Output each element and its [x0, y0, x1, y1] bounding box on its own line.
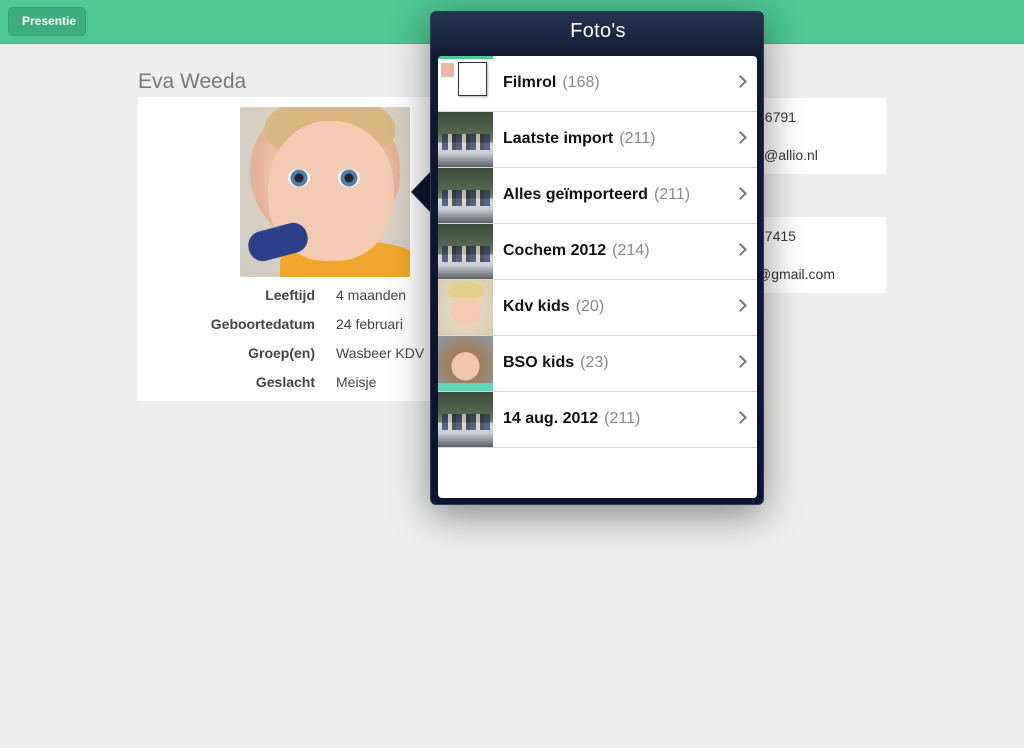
back-button-label: Presentie: [22, 14, 77, 28]
info-label: Geslacht: [255, 374, 315, 390]
album-thumbnail: [438, 168, 493, 223]
album-title: Alles geïmporteerd: [503, 186, 648, 203]
contact-card: 56791 s@allio.nl: [757, 98, 886, 174]
album-title: Filmrol: [503, 74, 557, 91]
info-row-age: Leeftijd 4 maanden: [138, 287, 438, 307]
album-row-laatste-import[interactable]: Laatste import (211): [438, 112, 757, 168]
album-thumbnail: [438, 336, 493, 391]
album-count: (211): [653, 186, 691, 203]
album-title: Kdv kids: [503, 298, 570, 315]
album-count: (20): [575, 298, 605, 315]
info-value: 24 februari: [336, 316, 403, 332]
chevron-right-icon: [734, 299, 747, 312]
album-thumbnail: [438, 280, 493, 335]
album-row-cochem-2012[interactable]: Cochem 2012 (214): [438, 224, 757, 280]
album-count: (211): [604, 410, 641, 427]
album-count: (23): [580, 354, 609, 371]
album-count: (168): [562, 74, 600, 91]
album-list: Filmrol (168) Laatste import (211) Alles g…: [438, 56, 757, 498]
album-title: 14 aug. 2012: [503, 410, 599, 427]
chevron-right-icon: [734, 131, 747, 144]
info-value: Meisje: [336, 374, 377, 390]
back-button[interactable]: Presentie: [8, 7, 87, 36]
album-count: (211): [619, 130, 656, 147]
album-row-kdv-kids[interactable]: Kdv kids (20): [438, 280, 757, 336]
info-value: 4 maanden: [336, 287, 407, 303]
info-row-birthdate: Geboortedatum 24 februari: [138, 316, 438, 336]
info-label: Groep(en): [248, 345, 315, 361]
contact-email[interactable]: s@allio.nl: [757, 147, 818, 163]
chevron-right-icon: [734, 187, 747, 200]
child-name: Eva Weeda: [138, 70, 247, 93]
album-title: BSO kids: [503, 354, 575, 371]
chevron-right-icon: [734, 411, 747, 424]
photo-album-popover: Foto's Filmrol (168) Laatste import (211) …: [430, 11, 764, 505]
album-row-alles-geimporteerd[interactable]: Alles geïmporteerd (211): [438, 168, 757, 224]
popover-title: Foto's: [570, 20, 626, 42]
album-count: (214): [612, 242, 650, 259]
album-thumbnail: [438, 392, 493, 447]
album-title: Laatste import: [503, 130, 614, 147]
contact-card: 67415 @gmail.com: [757, 217, 886, 293]
album-thumbnail: [438, 224, 493, 279]
popover-arrow: [411, 170, 432, 214]
album-row-filmrol[interactable]: Filmrol (168): [438, 56, 757, 112]
info-label: Leeftijd: [265, 287, 315, 303]
chevron-right-icon: [734, 75, 747, 88]
info-value: Wasbeer KDV: [336, 345, 425, 361]
album-thumbnail: [438, 56, 493, 111]
album-title: Cochem 2012: [503, 242, 607, 259]
profile-card: Leeftijd 4 maanden Geboortedatum 24 febr…: [138, 97, 438, 401]
album-thumbnail: [438, 112, 493, 167]
contact-email[interactable]: @gmail.com: [757, 266, 835, 282]
album-row-14-aug-2012[interactable]: 14 aug. 2012 (211): [438, 392, 757, 448]
album-row-bso-kids[interactable]: BSO kids (23): [438, 336, 757, 392]
child-photo[interactable]: [240, 107, 410, 277]
info-row-groups: Groep(en) Wasbeer KDV: [138, 345, 438, 365]
chevron-right-icon: [734, 355, 747, 368]
chevron-right-icon: [734, 243, 747, 256]
info-row-gender: Geslacht Meisje: [138, 374, 438, 394]
info-label: Geboortedatum: [210, 316, 315, 332]
